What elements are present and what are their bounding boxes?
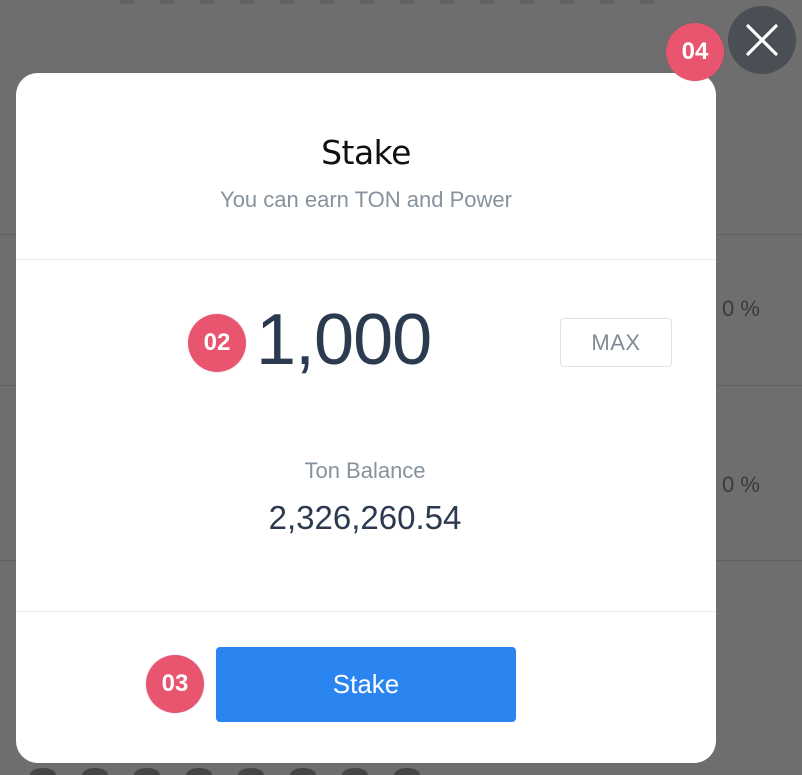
max-button[interactable]: MAX	[560, 318, 672, 367]
background-row-percent: 0 %	[722, 472, 760, 497]
balance-label: Ton Balance	[304, 458, 426, 483]
stake-modal: Stake You can earn TON and Power 1,000 M…	[16, 73, 716, 763]
footer-divider	[16, 611, 716, 612]
balance-value: 2,326,260.54	[268, 499, 462, 536]
close-button[interactable]	[728, 6, 796, 74]
modal-title: Stake	[321, 133, 411, 172]
modal-subtitle: You can earn TON and Power	[220, 187, 512, 212]
close-icon	[746, 24, 778, 56]
amount-input[interactable]: 1,000	[256, 299, 432, 381]
step-marker-amount: 02	[188, 314, 246, 372]
background-footer-decoration	[30, 768, 550, 775]
background-header-text	[120, 0, 680, 4]
header-divider	[16, 259, 716, 260]
step-marker-stake: 03	[146, 655, 204, 713]
step-marker-close: 04	[666, 23, 724, 81]
stake-button[interactable]: Stake	[216, 647, 516, 722]
background-row-percent: 0 %	[722, 296, 760, 321]
